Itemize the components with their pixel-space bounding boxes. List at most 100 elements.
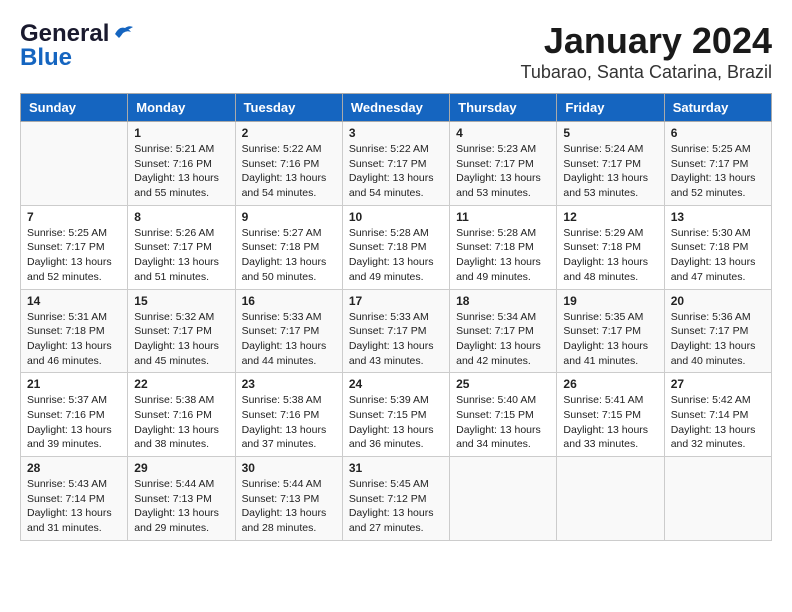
sunrise-text: Sunrise: 5:26 AM bbox=[134, 227, 214, 239]
table-row: 22 Sunrise: 5:38 AM Sunset: 7:16 PM Dayl… bbox=[128, 373, 235, 457]
table-row: 3 Sunrise: 5:22 AM Sunset: 7:17 PM Dayli… bbox=[342, 122, 449, 206]
day-info: Sunrise: 5:28 AM Sunset: 7:18 PM Dayligh… bbox=[349, 226, 443, 285]
table-row: 31 Sunrise: 5:45 AM Sunset: 7:12 PM Dayl… bbox=[342, 457, 449, 541]
day-number: 14 bbox=[27, 294, 121, 308]
daylight-text: Daylight: 13 hours and 27 minutes. bbox=[349, 507, 434, 534]
sunrise-text: Sunrise: 5:23 AM bbox=[456, 143, 536, 155]
daylight-text: Daylight: 13 hours and 45 minutes. bbox=[134, 340, 219, 367]
day-number: 13 bbox=[671, 210, 765, 224]
sunrise-text: Sunrise: 5:21 AM bbox=[134, 143, 214, 155]
day-info: Sunrise: 5:45 AM Sunset: 7:12 PM Dayligh… bbox=[349, 477, 443, 536]
sunset-text: Sunset: 7:16 PM bbox=[134, 158, 212, 170]
sunrise-text: Sunrise: 5:44 AM bbox=[134, 478, 214, 490]
logo: General Blue bbox=[20, 20, 133, 72]
day-info: Sunrise: 5:41 AM Sunset: 7:15 PM Dayligh… bbox=[563, 393, 657, 452]
daylight-text: Daylight: 13 hours and 54 minutes. bbox=[349, 172, 434, 199]
day-info: Sunrise: 5:22 AM Sunset: 7:16 PM Dayligh… bbox=[242, 142, 336, 201]
day-info: Sunrise: 5:24 AM Sunset: 7:17 PM Dayligh… bbox=[563, 142, 657, 201]
day-info: Sunrise: 5:34 AM Sunset: 7:17 PM Dayligh… bbox=[456, 310, 550, 369]
table-row: 4 Sunrise: 5:23 AM Sunset: 7:17 PM Dayli… bbox=[450, 122, 557, 206]
sunset-text: Sunset: 7:17 PM bbox=[134, 241, 212, 253]
sunrise-text: Sunrise: 5:39 AM bbox=[349, 394, 429, 406]
day-number: 22 bbox=[134, 377, 228, 391]
day-info: Sunrise: 5:30 AM Sunset: 7:18 PM Dayligh… bbox=[671, 226, 765, 285]
table-row: 16 Sunrise: 5:33 AM Sunset: 7:17 PM Dayl… bbox=[235, 289, 342, 373]
daylight-text: Daylight: 13 hours and 39 minutes. bbox=[27, 424, 112, 451]
daylight-text: Daylight: 13 hours and 33 minutes. bbox=[563, 424, 648, 451]
day-number: 16 bbox=[242, 294, 336, 308]
sunset-text: Sunset: 7:17 PM bbox=[671, 325, 749, 337]
sunrise-text: Sunrise: 5:45 AM bbox=[349, 478, 429, 490]
daylight-text: Daylight: 13 hours and 43 minutes. bbox=[349, 340, 434, 367]
daylight-text: Daylight: 13 hours and 53 minutes. bbox=[563, 172, 648, 199]
table-row: 27 Sunrise: 5:42 AM Sunset: 7:14 PM Dayl… bbox=[664, 373, 771, 457]
logo-blue: Blue bbox=[20, 44, 72, 72]
sunset-text: Sunset: 7:17 PM bbox=[134, 325, 212, 337]
sunrise-text: Sunrise: 5:43 AM bbox=[27, 478, 107, 490]
sunrise-text: Sunrise: 5:31 AM bbox=[27, 311, 107, 323]
table-row: 11 Sunrise: 5:28 AM Sunset: 7:18 PM Dayl… bbox=[450, 205, 557, 289]
sunset-text: Sunset: 7:18 PM bbox=[27, 325, 105, 337]
sunset-text: Sunset: 7:13 PM bbox=[242, 493, 320, 505]
daylight-text: Daylight: 13 hours and 52 minutes. bbox=[671, 172, 756, 199]
day-info: Sunrise: 5:25 AM Sunset: 7:17 PM Dayligh… bbox=[671, 142, 765, 201]
sunset-text: Sunset: 7:14 PM bbox=[27, 493, 105, 505]
day-number: 23 bbox=[242, 377, 336, 391]
table-row: 20 Sunrise: 5:36 AM Sunset: 7:17 PM Dayl… bbox=[664, 289, 771, 373]
daylight-text: Daylight: 13 hours and 54 minutes. bbox=[242, 172, 327, 199]
table-row: 2 Sunrise: 5:22 AM Sunset: 7:16 PM Dayli… bbox=[235, 122, 342, 206]
day-info: Sunrise: 5:36 AM Sunset: 7:17 PM Dayligh… bbox=[671, 310, 765, 369]
sunrise-text: Sunrise: 5:36 AM bbox=[671, 311, 751, 323]
sunset-text: Sunset: 7:17 PM bbox=[671, 158, 749, 170]
day-number: 8 bbox=[134, 210, 228, 224]
day-number: 21 bbox=[27, 377, 121, 391]
table-row: 1 Sunrise: 5:21 AM Sunset: 7:16 PM Dayli… bbox=[128, 122, 235, 206]
table-row: 13 Sunrise: 5:30 AM Sunset: 7:18 PM Dayl… bbox=[664, 205, 771, 289]
daylight-text: Daylight: 13 hours and 37 minutes. bbox=[242, 424, 327, 451]
table-row: 8 Sunrise: 5:26 AM Sunset: 7:17 PM Dayli… bbox=[128, 205, 235, 289]
sunset-text: Sunset: 7:13 PM bbox=[134, 493, 212, 505]
daylight-text: Daylight: 13 hours and 50 minutes. bbox=[242, 256, 327, 283]
day-info: Sunrise: 5:37 AM Sunset: 7:16 PM Dayligh… bbox=[27, 393, 121, 452]
day-number: 1 bbox=[134, 126, 228, 140]
sunset-text: Sunset: 7:17 PM bbox=[563, 158, 641, 170]
sunset-text: Sunset: 7:16 PM bbox=[242, 409, 320, 421]
page-subtitle: Tubarao, Santa Catarina, Brazil bbox=[521, 62, 772, 83]
day-info: Sunrise: 5:27 AM Sunset: 7:18 PM Dayligh… bbox=[242, 226, 336, 285]
table-row: 12 Sunrise: 5:29 AM Sunset: 7:18 PM Dayl… bbox=[557, 205, 664, 289]
sunset-text: Sunset: 7:14 PM bbox=[671, 409, 749, 421]
day-number: 18 bbox=[456, 294, 550, 308]
sunset-text: Sunset: 7:15 PM bbox=[456, 409, 534, 421]
table-row: 24 Sunrise: 5:39 AM Sunset: 7:15 PM Dayl… bbox=[342, 373, 449, 457]
sunset-text: Sunset: 7:17 PM bbox=[456, 158, 534, 170]
calendar-week-row: 21 Sunrise: 5:37 AM Sunset: 7:16 PM Dayl… bbox=[21, 373, 772, 457]
day-info: Sunrise: 5:33 AM Sunset: 7:17 PM Dayligh… bbox=[242, 310, 336, 369]
daylight-text: Daylight: 13 hours and 36 minutes. bbox=[349, 424, 434, 451]
sunset-text: Sunset: 7:18 PM bbox=[349, 241, 427, 253]
day-number: 19 bbox=[563, 294, 657, 308]
day-number: 25 bbox=[456, 377, 550, 391]
daylight-text: Daylight: 13 hours and 40 minutes. bbox=[671, 340, 756, 367]
col-tuesday: Tuesday bbox=[235, 94, 342, 122]
day-info: Sunrise: 5:35 AM Sunset: 7:17 PM Dayligh… bbox=[563, 310, 657, 369]
daylight-text: Daylight: 13 hours and 29 minutes. bbox=[134, 507, 219, 534]
table-row: 15 Sunrise: 5:32 AM Sunset: 7:17 PM Dayl… bbox=[128, 289, 235, 373]
daylight-text: Daylight: 13 hours and 52 minutes. bbox=[27, 256, 112, 283]
day-info: Sunrise: 5:31 AM Sunset: 7:18 PM Dayligh… bbox=[27, 310, 121, 369]
sunset-text: Sunset: 7:16 PM bbox=[134, 409, 212, 421]
sunrise-text: Sunrise: 5:40 AM bbox=[456, 394, 536, 406]
day-number: 26 bbox=[563, 377, 657, 391]
col-sunday: Sunday bbox=[21, 94, 128, 122]
sunset-text: Sunset: 7:17 PM bbox=[563, 325, 641, 337]
day-number: 4 bbox=[456, 126, 550, 140]
logo-bird-icon bbox=[111, 24, 133, 44]
sunset-text: Sunset: 7:18 PM bbox=[242, 241, 320, 253]
sunset-text: Sunset: 7:18 PM bbox=[456, 241, 534, 253]
day-info: Sunrise: 5:42 AM Sunset: 7:14 PM Dayligh… bbox=[671, 393, 765, 452]
table-row: 14 Sunrise: 5:31 AM Sunset: 7:18 PM Dayl… bbox=[21, 289, 128, 373]
day-number: 17 bbox=[349, 294, 443, 308]
daylight-text: Daylight: 13 hours and 28 minutes. bbox=[242, 507, 327, 534]
day-info: Sunrise: 5:38 AM Sunset: 7:16 PM Dayligh… bbox=[134, 393, 228, 452]
day-info: Sunrise: 5:33 AM Sunset: 7:17 PM Dayligh… bbox=[349, 310, 443, 369]
sunset-text: Sunset: 7:16 PM bbox=[27, 409, 105, 421]
